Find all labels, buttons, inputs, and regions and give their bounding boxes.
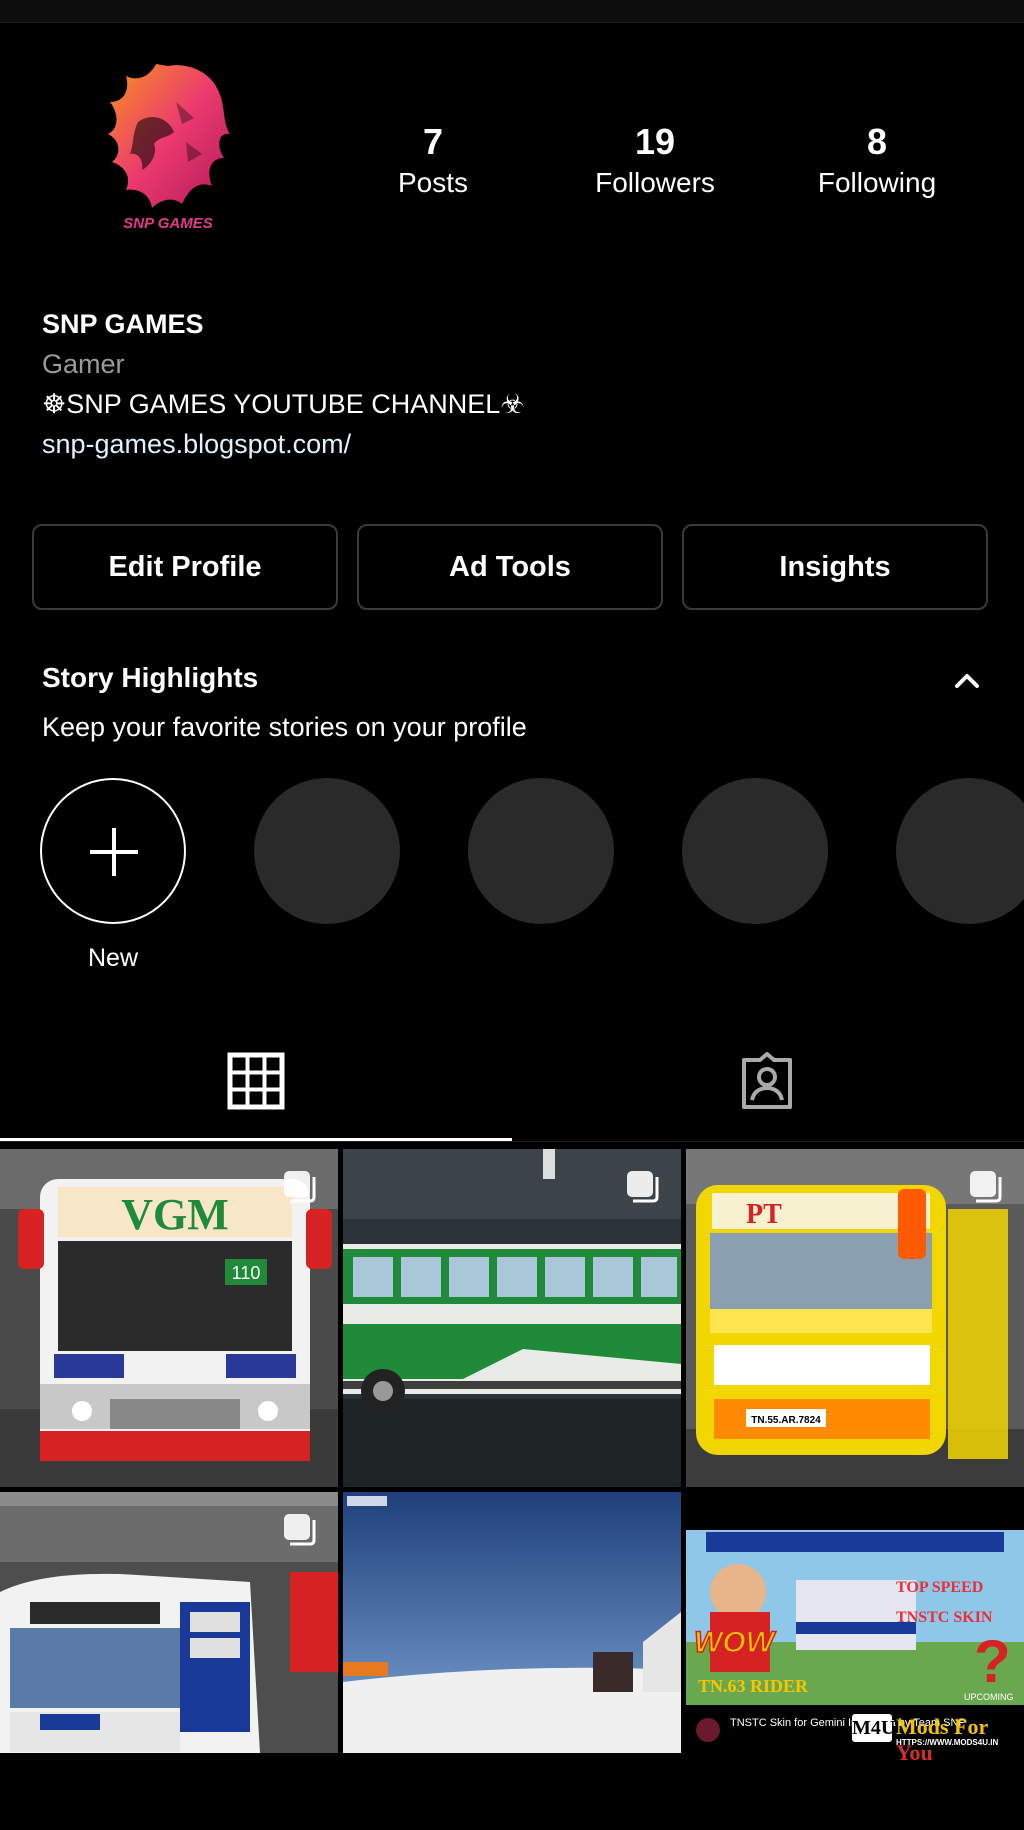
- svg-text:?: ?: [974, 1628, 1011, 1695]
- tagged-person-icon[interactable]: [738, 1052, 796, 1110]
- svg-text:UPCOMING: UPCOMING: [964, 1692, 1014, 1702]
- profile-website-link[interactable]: snp-games.blogspot.com/: [42, 424, 525, 464]
- edit-profile-button[interactable]: Edit Profile: [32, 524, 338, 610]
- followers-label: Followers: [595, 167, 715, 198]
- post-thumbnail[interactable]: WOW TN.63 RIDER TOP SPEED TNSTC SKIN ? U…: [686, 1492, 1024, 1830]
- profile-bio: SNP GAMES Gamer ☸SNP GAMES YOUTUBE CHANN…: [42, 304, 525, 464]
- following-count: 8: [866, 121, 888, 162]
- multiple-images-icon: [627, 1171, 659, 1203]
- posts-stat[interactable]: 7 Posts: [333, 120, 533, 200]
- story-highlights-title: Story Highlights: [42, 662, 259, 693]
- highlight-placeholder: [468, 778, 614, 924]
- profile-category: Gamer: [42, 349, 125, 379]
- new-highlight-button[interactable]: [40, 778, 186, 924]
- following-stat[interactable]: 8 Following: [777, 120, 977, 200]
- followers-count: 19: [634, 121, 676, 162]
- multiple-images-icon: [284, 1171, 316, 1203]
- svg-text:TN.55.AR.7824: TN.55.AR.7824: [751, 1415, 821, 1426]
- status-bar-strip: [0, 0, 1024, 23]
- post-thumbnail[interactable]: PT TN.55.AR.7824: [686, 1149, 1024, 1487]
- plus-icon-vertical: [112, 828, 116, 876]
- profile-description: ☸SNP GAMES YOUTUBE CHANNEL☣: [42, 389, 525, 419]
- svg-text:TOP SPEED: TOP SPEED: [896, 1579, 983, 1596]
- following-label: Following: [817, 167, 937, 198]
- grid-icon[interactable]: [227, 1052, 285, 1110]
- post-thumbnail[interactable]: VGM 110: [0, 1149, 338, 1487]
- profile-avatar[interactable]: SNP GAMES: [98, 62, 236, 232]
- highlight-placeholder: [896, 778, 1024, 924]
- post-thumbnail[interactable]: [343, 1492, 681, 1830]
- watermark-brand-a: Mods For: [896, 1714, 988, 1739]
- post-thumbnail[interactable]: [0, 1492, 338, 1830]
- ad-tools-button[interactable]: Ad Tools: [357, 524, 663, 610]
- profile-name: SNP GAMES: [42, 309, 204, 339]
- airplane-image: [343, 1492, 681, 1753]
- followers-stat[interactable]: 19 Followers: [555, 120, 755, 200]
- post-thumbnail[interactable]: [343, 1149, 681, 1487]
- multiple-images-icon: [284, 1514, 316, 1546]
- posts-label: Posts: [397, 167, 469, 198]
- multiple-images-icon: [970, 1171, 1002, 1203]
- highlight-placeholder: [682, 778, 828, 924]
- story-highlights-subtitle: Keep your favorite stories on your profi…: [42, 712, 527, 742]
- lion-logo-icon: SNP GAMES: [108, 64, 230, 232]
- svg-text:WOW: WOW: [694, 1626, 777, 1659]
- watermark-url: HTTPS://WWW.MODS4U.IN: [896, 1738, 999, 1747]
- svg-text:PT: PT: [746, 1199, 782, 1230]
- posts-count: 7: [422, 121, 444, 162]
- svg-text:TNSTC SKIN: TNSTC SKIN: [896, 1609, 993, 1626]
- watermark: M4U Mods For You HTTPS://WWW.MODS4U.IN: [852, 1714, 1024, 1765]
- highlight-placeholder: [254, 778, 400, 924]
- watermark-logo: M4U: [852, 1714, 895, 1742]
- svg-text:110: 110: [232, 1263, 261, 1283]
- svg-text:VGM: VGM: [121, 1190, 229, 1239]
- svg-text:SNP GAMES: SNP GAMES: [123, 215, 212, 232]
- chevron-up-icon[interactable]: [952, 668, 982, 692]
- new-highlight-label: New: [87, 944, 138, 972]
- insights-button[interactable]: Insights: [682, 524, 988, 610]
- svg-text:TN.63 RIDER: TN.63 RIDER: [698, 1676, 809, 1696]
- tab-divider: [0, 1141, 1024, 1142]
